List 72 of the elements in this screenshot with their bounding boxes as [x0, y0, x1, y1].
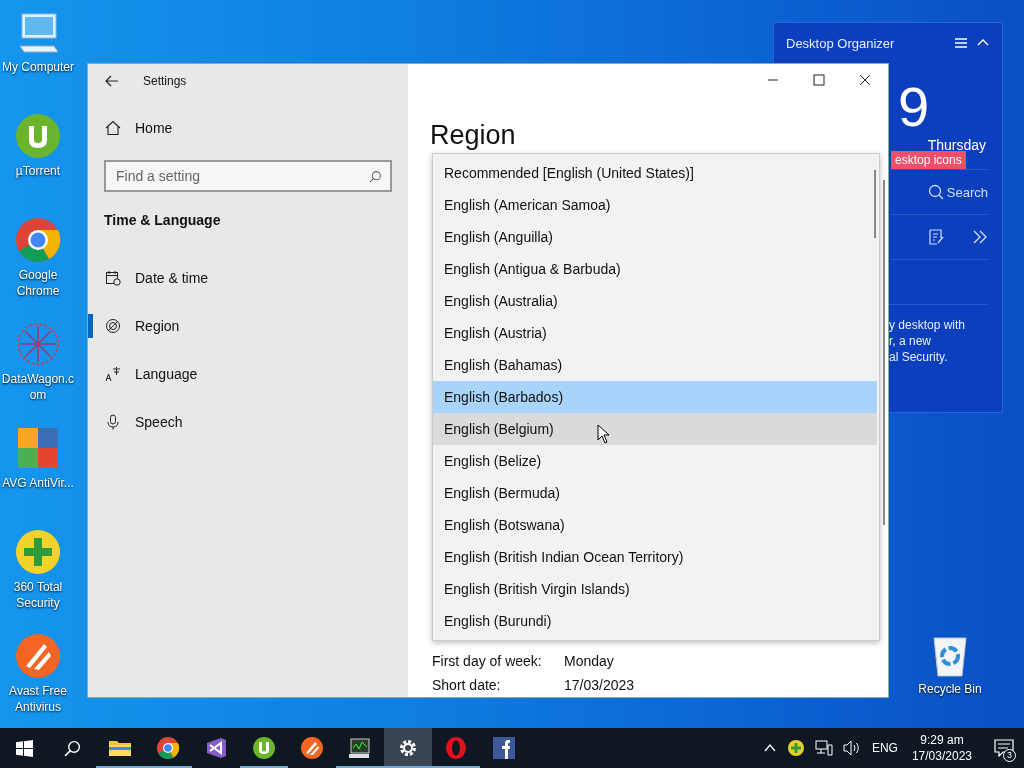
note-icon[interactable]	[928, 229, 944, 245]
search-icon	[63, 739, 81, 757]
back-arrow-icon[interactable]	[105, 75, 119, 87]
double-chevron-icon[interactable]	[972, 229, 988, 245]
dropdown-option[interactable]: English (Belize)	[433, 445, 877, 477]
dropdown-option[interactable]: English (Antigua & Barbuda)	[433, 253, 877, 285]
network-icon[interactable]	[814, 740, 833, 756]
search-field[interactable]: Find a setting	[104, 160, 392, 192]
clock-button[interactable]: 9:29 am 17/03/2023	[911, 732, 972, 764]
dropdown-option[interactable]: English (Bahamas)	[433, 349, 877, 381]
taskbar-app-button[interactable]	[384, 728, 432, 768]
notification-button[interactable]: 3	[984, 728, 1024, 768]
description-text: y desktop with	[889, 317, 966, 333]
detail-label: Short date:	[432, 677, 502, 693]
description-text: al Security.	[889, 349, 948, 365]
description-text: r, a new	[889, 333, 932, 349]
message-icon	[994, 739, 1014, 757]
browser-logo-icon	[156, 736, 180, 760]
nav-item[interactable]: Region	[88, 302, 408, 350]
torrent-logo-icon	[252, 736, 276, 760]
dropdown-option[interactable]: English (Barbados)	[433, 381, 877, 413]
window-title: Settings	[143, 74, 187, 88]
antivirus-logo-icon	[300, 736, 324, 760]
section-heading: Time & Language	[103, 211, 222, 230]
language-icon	[105, 366, 121, 382]
calendar-icon	[105, 270, 121, 286]
dropdown-option[interactable]: English (Austria)	[433, 317, 877, 349]
volume-icon[interactable]	[842, 740, 861, 756]
mouse-pointer-icon	[597, 424, 611, 444]
app-icon[interactable]	[14, 112, 62, 160]
app-icon[interactable]	[14, 216, 62, 264]
plus-circle-icon[interactable]	[786, 739, 805, 757]
search-link[interactable]: Search	[927, 184, 988, 200]
windows-logo-icon	[15, 739, 33, 757]
dropdown-option[interactable]: Recommended [English (United States)]	[433, 157, 877, 189]
page-heading: Region	[430, 120, 517, 151]
desktop-icon-label[interactable]: Recycle Bin	[910, 681, 990, 697]
browser-logo-icon	[444, 736, 468, 760]
language-indicator[interactable]: ENG	[871, 741, 898, 755]
detail-label: First day of week:	[432, 653, 543, 669]
dropdown-option[interactable]: English (Anguilla)	[433, 221, 877, 253]
tag-label: esktop icons	[891, 151, 966, 169]
dropdown-option[interactable]: English (Burundi)	[433, 605, 877, 637]
detail-value: Monday	[564, 653, 614, 669]
nav-item[interactable]: Date & time	[88, 254, 408, 302]
app-icon[interactable]	[14, 632, 62, 680]
menu-icon[interactable]	[954, 37, 968, 49]
organizer-title: Desktop Organizer	[786, 35, 896, 51]
dropdown-option[interactable]: English (British Virgin Islands)	[433, 573, 877, 605]
dropdown-option[interactable]: English (Belgium)	[433, 413, 877, 445]
monitor-icon	[348, 736, 372, 760]
dropdown-option[interactable]: English (Australia)	[433, 285, 877, 317]
day-label: Thursday	[926, 137, 987, 153]
scrollbar-thumb[interactable]	[883, 180, 885, 525]
nav-item[interactable]: Language	[88, 350, 408, 398]
dropdown-option[interactable]: English (Botswana)	[433, 509, 877, 541]
dropdown-option[interactable]: English (American Samoa)	[433, 189, 877, 221]
social-logo-icon	[492, 736, 516, 760]
studio-logo-icon	[204, 736, 228, 760]
search-icon	[369, 170, 382, 183]
detail-value: 17/03/2023	[564, 677, 635, 693]
search-icon	[927, 184, 944, 200]
scrollbar-thumb[interactable]	[874, 170, 876, 238]
home-nav-item[interactable]: Home	[88, 104, 408, 152]
dropdown-option[interactable]: English (British Indian Ocean Territory)	[433, 541, 877, 573]
clock-digits: 9	[898, 77, 930, 137]
dropdown-option[interactable]: English (Bermuda)	[433, 477, 877, 509]
globe-icon	[105, 318, 121, 334]
nav-item[interactable]: Speech	[88, 398, 408, 446]
home-icon	[105, 120, 121, 136]
notification-count: 3	[1003, 749, 1016, 762]
microphone-icon	[105, 414, 121, 430]
